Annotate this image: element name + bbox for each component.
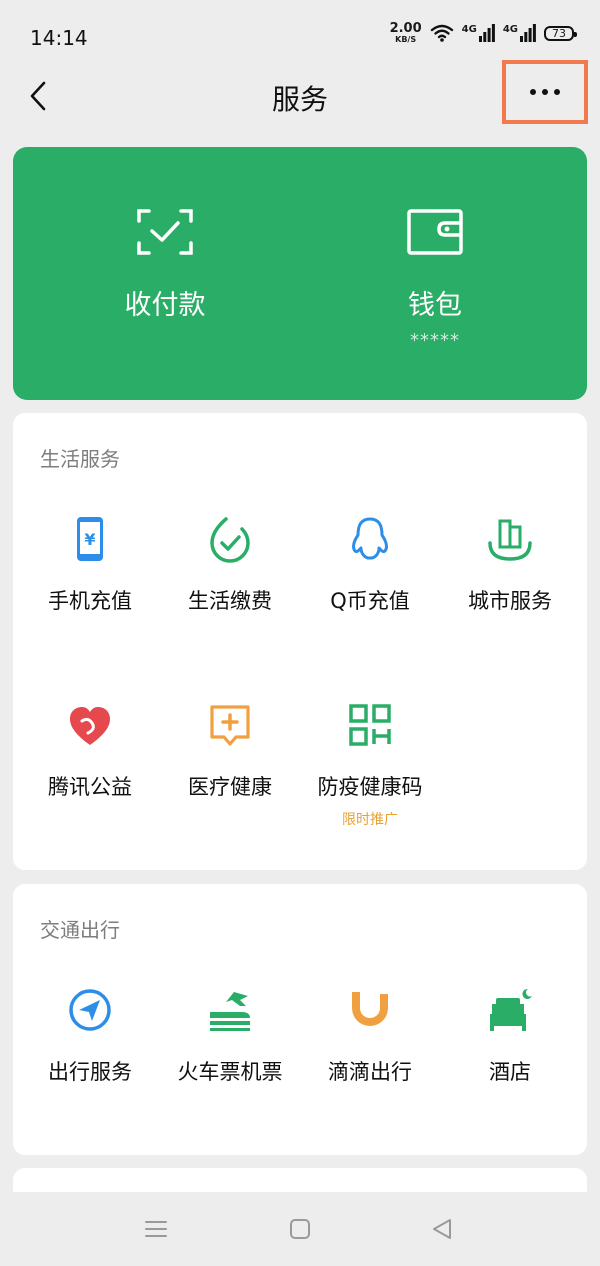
train-plane-icon — [210, 992, 250, 1031]
service-medical[interactable]: 医疗健康 — [160, 701, 300, 801]
service-label: 出行服务 — [48, 1060, 132, 1084]
medical-icon — [210, 705, 250, 746]
service-label: 防疫健康码 — [317, 775, 423, 799]
network-speed-unit: KB/S — [395, 35, 417, 44]
wallet-card: 收付款 钱包 ***** — [13, 147, 587, 400]
service-travel[interactable]: 出行服务 — [20, 986, 160, 1086]
network-speed-value: 2.00 — [389, 21, 422, 36]
navigation-icon — [69, 989, 111, 1031]
travel-section: 交通出行 出行服务 火车票机票 滴滴出行 酒店 — [13, 884, 587, 1155]
pay-receive-button[interactable]: 收付款 — [65, 207, 265, 322]
signal-bars-icon — [520, 24, 536, 42]
service-label: 手机充值 — [48, 589, 132, 613]
svg-text:¥: ¥ — [84, 530, 95, 549]
wallet-label: 钱包 — [408, 290, 462, 321]
network-speed: 2.00 KB/S — [390, 22, 422, 44]
menu-button[interactable] — [136, 1214, 176, 1244]
service-city[interactable]: 城市服务 — [440, 515, 580, 615]
service-label: 生活缴费 — [188, 589, 272, 613]
scan-pay-icon — [137, 209, 193, 255]
system-nav-bar — [0, 1192, 600, 1266]
charity-heart-icon — [70, 707, 110, 745]
service-label: 滴滴出行 — [328, 1060, 412, 1084]
nav-bar: 服务 — [0, 60, 600, 126]
section-title: 生活服务 — [40, 447, 120, 471]
back-system-button[interactable] — [422, 1214, 462, 1244]
city-service-icon — [488, 519, 532, 561]
menu-icon — [145, 1221, 167, 1237]
home-button[interactable] — [280, 1214, 320, 1244]
signal-2-type: 4G — [502, 24, 518, 35]
service-q-coin[interactable]: Q币充值 — [300, 515, 440, 615]
pay-receive-label: 收付款 — [124, 290, 206, 321]
service-label: 城市服务 — [468, 589, 552, 613]
section-title: 交通出行 — [40, 918, 120, 942]
service-label: 腾讯公益 — [48, 775, 132, 799]
back-triangle-icon — [433, 1219, 451, 1239]
more-dot — [554, 89, 560, 95]
wallet-icon — [407, 209, 463, 255]
hotel-bed-icon — [490, 988, 532, 1031]
life-services-section: 生活服务 ¥ 手机充值 生活缴费 Q币充值 城市服务 腾讯公益 医疗健康 防疫健… — [13, 413, 587, 870]
phone-recharge-icon: ¥ — [77, 517, 103, 561]
home-square-icon — [290, 1219, 310, 1239]
signal-1: 4G — [462, 24, 495, 42]
qq-penguin-icon — [352, 517, 388, 560]
service-didi[interactable]: 滴滴出行 — [300, 986, 440, 1086]
service-utility-payment[interactable]: 生活缴费 — [160, 515, 300, 615]
service-train-plane[interactable]: 火车票机票 — [160, 986, 300, 1086]
battery-level: 73 — [552, 26, 566, 40]
service-label: 酒店 — [489, 1060, 531, 1084]
service-label: Q币充值 — [330, 589, 410, 613]
wallet-button[interactable]: 钱包 ***** — [335, 207, 535, 351]
more-dot — [542, 89, 548, 95]
promo-badge: 限时推广 — [342, 812, 398, 828]
service-health-code[interactable]: 防疫健康码 限时推广 — [300, 701, 440, 829]
more-dots-icon — [530, 89, 536, 95]
wallet-balance: ***** — [410, 330, 460, 351]
didi-icon — [352, 992, 388, 1026]
service-label: 火车票机票 — [177, 1060, 283, 1084]
more-options-button[interactable] — [502, 60, 588, 124]
qr-code-icon — [349, 704, 391, 746]
service-tencent-charity[interactable]: 腾讯公益 — [20, 701, 160, 801]
battery-indicator: 73 — [544, 25, 577, 41]
signal-2: 4G — [503, 24, 536, 42]
signal-bars-icon — [478, 24, 495, 42]
service-phone-recharge[interactable]: ¥ 手机充值 — [20, 515, 160, 615]
service-label: 医疗健康 — [188, 775, 272, 799]
status-time: 14:14 — [30, 26, 88, 50]
utility-payment-icon — [210, 517, 250, 563]
service-hotel[interactable]: 酒店 — [440, 986, 580, 1086]
wifi-icon — [430, 24, 453, 42]
status-indicators: 2.00 KB/S 4G 4G 73 — [390, 22, 577, 44]
signal-1-type: 4G — [461, 24, 477, 35]
